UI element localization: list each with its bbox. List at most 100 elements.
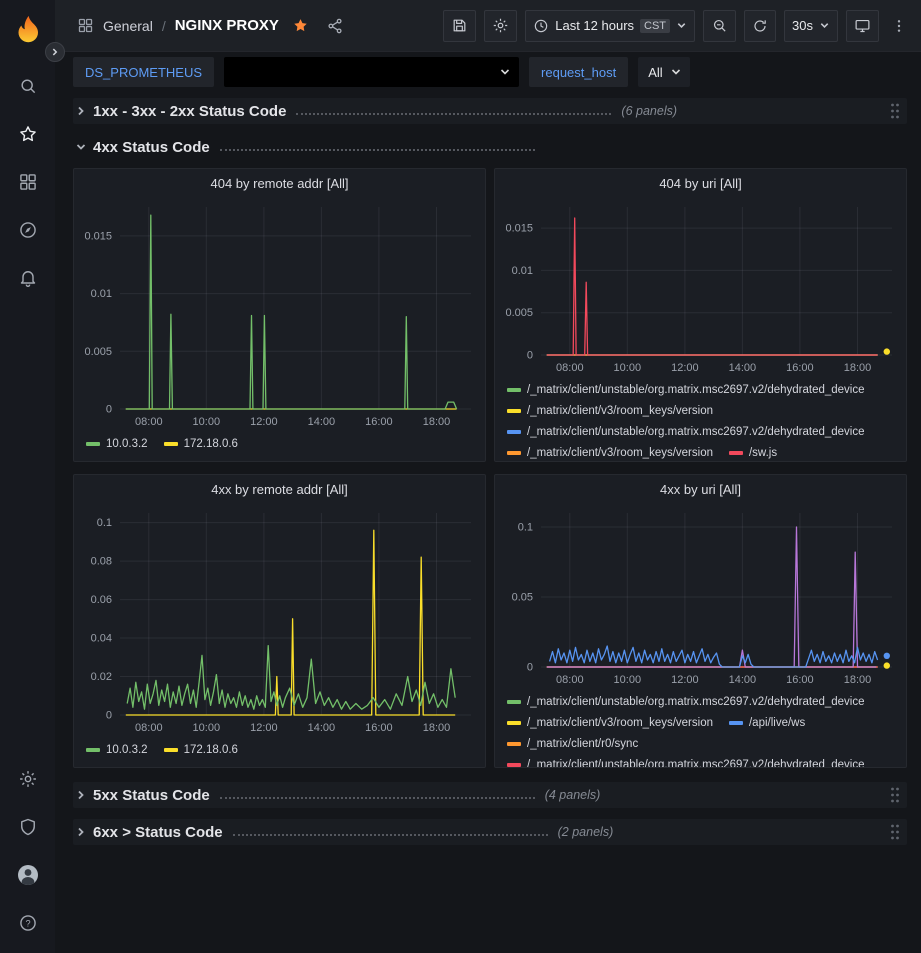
row-title: 1xx - 3xx - 2xx Status Code [93,103,286,120]
breadcrumb-section[interactable]: General [103,18,153,34]
legend-item[interactable]: /_matrix/client/unstable/org.matrix.msc2… [507,379,865,400]
panel-chart[interactable]: 00.0050.010.01508:0010:0012:0014:0016:00… [495,197,906,377]
panel-legend: 10.0.3.2 172.18.0.6 [74,737,485,767]
panel-legend: 10.0.3.2 172.18.0.6 [74,431,485,461]
save-dashboard-button[interactable] [443,10,476,42]
breadcrumb-page: NGINX PROXY [175,17,279,34]
panel-4xx-by-uri: 4xx by uri [All] 00.050.108:0010:0012:00… [494,474,907,768]
row-title: 4xx Status Code [93,139,210,156]
legend-item[interactable]: 172.18.0.6 [164,739,238,760]
datasource-variable-select[interactable] [224,57,519,87]
svg-text:08:00: 08:00 [135,722,163,734]
row-drag-handle[interactable] [887,100,903,122]
legend-swatch [729,721,743,725]
sidebar-expand-toggle[interactable] [45,42,65,62]
chevron-right-icon [75,105,87,117]
svg-text:18:00: 18:00 [844,674,872,686]
row-header-5xx[interactable]: 5xx Status Code (4 panels) [73,782,907,808]
legend-item[interactable]: /sw.js [729,442,777,461]
row-header-1xx-3xx-2xx[interactable]: 1xx - 3xx - 2xx Status Code (6 panels) [73,98,907,124]
legend-swatch [507,388,521,392]
svg-text:12:00: 12:00 [250,722,278,734]
chevron-down-icon [499,66,511,78]
datasource-variable-label[interactable]: DS_PROMETHEUS [73,57,214,87]
shield-icon [18,817,38,837]
panel-title[interactable]: 404 by uri [All] [495,169,906,197]
panel-title[interactable]: 4xx by remote addr [All] [74,475,485,503]
chevron-down-icon [75,141,87,153]
sidebar-item-search[interactable] [8,66,48,106]
panel-chart[interactable]: 00.020.040.060.080.108:0010:0012:0014:00… [74,503,485,737]
grafana-logo[interactable] [11,12,45,46]
legend-item[interactable]: /_matrix/client/unstable/org.matrix.msc2… [507,754,865,767]
legend-item[interactable]: /_matrix/client/v3/room_keys/version [507,400,713,421]
svg-text:0.015: 0.015 [84,230,112,242]
refresh-button[interactable] [744,10,776,42]
legend-item[interactable]: 10.0.3.2 [86,739,148,760]
gear-icon [18,769,38,789]
svg-text:12:00: 12:00 [250,416,278,428]
grafana-app: ? General / NGINX PROXY [0,0,921,953]
row-panel-count: (4 panels) [545,788,601,802]
chevron-right-icon [50,47,60,57]
row-drag-handle[interactable] [887,821,903,843]
panel-title[interactable]: 404 by remote addr [All] [74,169,485,197]
row-header-4xx[interactable]: 4xx Status Code [73,134,907,160]
panel-title[interactable]: 4xx by uri [All] [495,475,906,503]
svg-text:12:00: 12:00 [671,674,699,686]
panel-chart[interactable]: 00.0050.010.01508:0010:0012:0014:0016:00… [74,197,485,431]
time-range-picker[interactable]: Last 12 hours CST [525,10,695,42]
legend-swatch [507,721,521,725]
chevron-down-icon [676,20,687,31]
legend-label: /sw.js [749,447,777,459]
legend-item[interactable]: /_matrix/client/r0/sync [507,733,638,754]
sidebar-item-admin-settings[interactable] [8,759,48,799]
legend-item[interactable]: 10.0.3.2 [86,433,148,454]
topbar: General / NGINX PROXY La [55,0,921,52]
monitor-icon [854,17,871,34]
share-button[interactable] [322,13,348,39]
sidebar-item-alerting[interactable] [8,258,48,298]
svg-text:?: ? [25,918,30,928]
legend-label: /_matrix/client/unstable/org.matrix.msc2… [527,426,865,438]
tv-mode-button[interactable] [846,10,879,42]
row-title: 6xx > Status Code [93,824,223,841]
zoom-out-button[interactable] [703,10,736,42]
svg-text:18:00: 18:00 [423,416,451,428]
refresh-interval-picker[interactable]: 30s [784,10,838,42]
row-drag-handle[interactable] [887,784,903,806]
panel-grid: 404 by remote addr [All] 00.0050.010.015… [73,168,907,768]
panel-chart[interactable]: 00.050.108:0010:0012:0014:0016:0018:00 [495,503,906,689]
favorite-star-button[interactable] [288,13,313,38]
sidebar-item-starred[interactable] [8,114,48,154]
legend-item[interactable]: /_matrix/client/unstable/org.matrix.msc2… [507,691,865,712]
sidebar-item-explore[interactable] [8,210,48,250]
dashboards-grid-icon [18,172,38,192]
request-host-variable-label[interactable]: request_host [529,57,628,87]
legend-swatch [729,451,743,455]
legend-item[interactable]: /api/live/ws [729,712,805,733]
legend-item[interactable]: /_matrix/client/unstable/org.matrix.msc2… [507,421,865,442]
kebab-menu-button[interactable] [887,14,911,38]
panel-404-by-uri: 404 by uri [All] 00.0050.010.01508:0010:… [494,168,907,462]
legend-swatch [507,742,521,746]
request-host-variable-select[interactable]: All [638,57,689,87]
sidebar-item-server-admin[interactable] [8,807,48,847]
svg-text:0: 0 [527,662,533,674]
svg-text:08:00: 08:00 [135,416,163,428]
svg-text:16:00: 16:00 [365,416,393,428]
help-icon: ? [18,913,38,933]
sidebar-item-profile[interactable] [8,855,48,895]
legend-item[interactable]: /_matrix/client/v3/room_keys/version [507,712,713,733]
legend-item[interactable]: /_matrix/client/v3/room_keys/version [507,442,713,461]
row-header-6xx[interactable]: 6xx > Status Code (2 panels) [73,819,907,845]
sidebar-item-help[interactable]: ? [8,903,48,943]
bell-icon [18,268,38,288]
legend-item[interactable]: 172.18.0.6 [164,433,238,454]
svg-text:10:00: 10:00 [193,416,221,428]
legend-label: /_matrix/client/unstable/org.matrix.msc2… [527,384,865,396]
legend-swatch [507,763,521,767]
dashboard-settings-button[interactable] [484,10,517,42]
breadcrumb-separator: / [162,18,166,34]
sidebar-item-dashboards[interactable] [8,162,48,202]
